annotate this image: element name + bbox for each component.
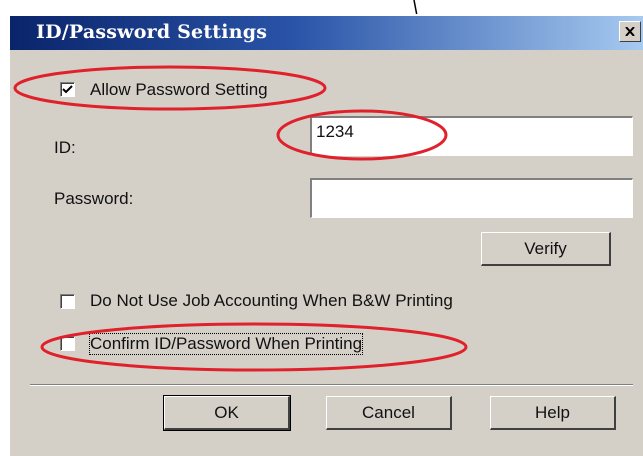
confirm-id-password-label: Confirm ID/Password When Printing	[88, 333, 364, 355]
help-button[interactable]: Help	[490, 396, 616, 430]
password-field[interactable]	[310, 178, 633, 218]
id-password-dialog: ID/Password Settings Allow Password Sett…	[8, 14, 643, 456]
no-job-accounting-label: Do Not Use Job Accounting When B&W Print…	[90, 291, 453, 310]
close-button[interactable]	[619, 21, 641, 42]
title-bar: ID/Password Settings	[10, 16, 643, 50]
allow-password-checkbox[interactable]	[60, 82, 75, 97]
dialog-title: ID/Password Settings	[36, 21, 268, 43]
checkmark-icon	[62, 85, 73, 94]
ok-button[interactable]: OK	[163, 395, 291, 431]
confirm-id-password-checkbox[interactable]	[60, 336, 75, 351]
id-field[interactable]: 1234	[310, 116, 633, 156]
password-label: Password:	[54, 189, 134, 208]
no-job-accounting-checkbox[interactable]	[60, 294, 75, 309]
close-icon	[625, 27, 635, 36]
verify-button[interactable]: Verify	[481, 232, 611, 266]
id-label: ID:	[54, 138, 76, 157]
cancel-button[interactable]: Cancel	[326, 396, 452, 430]
allow-password-label: Allow Password Setting	[90, 80, 268, 99]
button-separator	[30, 384, 633, 386]
